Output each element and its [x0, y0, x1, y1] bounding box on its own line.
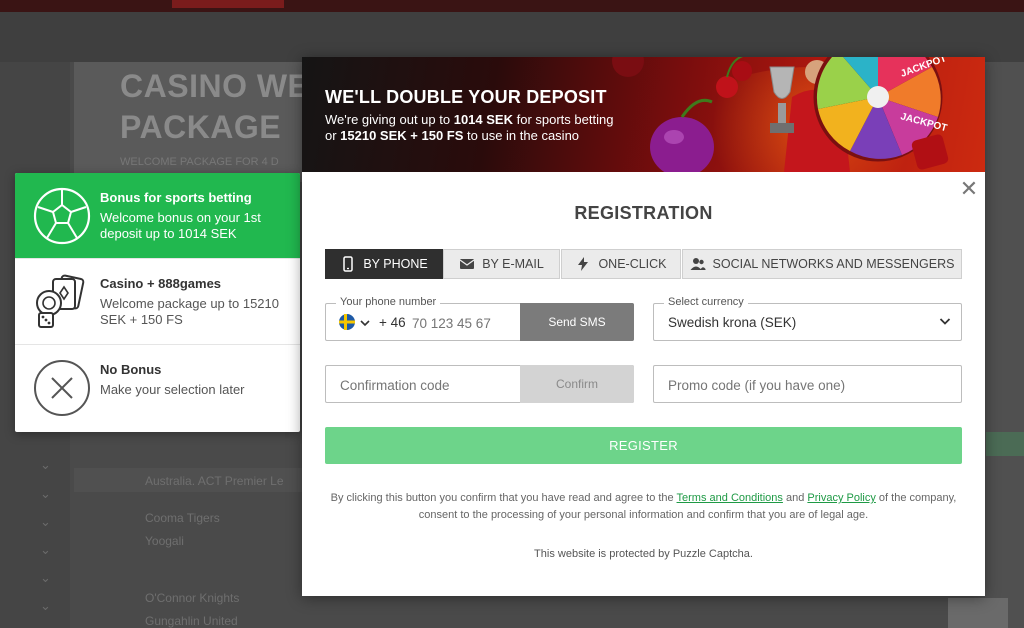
tab-label: BY PHONE	[363, 257, 428, 271]
banner-title-line2: PACKAGE	[120, 109, 282, 145]
confirm-button[interactable]: Confirm	[520, 365, 634, 403]
country-code: + 46	[379, 315, 406, 330]
background-top-bar	[0, 0, 1024, 12]
background-active-tab	[172, 0, 284, 8]
send-sms-button[interactable]: Send SMS	[520, 303, 634, 341]
bonus-selection-panel: Bonus for sports betting Welcome bonus o…	[15, 173, 300, 432]
background-green-strip	[986, 432, 1024, 456]
sweden-flag-icon	[339, 314, 355, 330]
confirmation-code-input[interactable]	[340, 375, 510, 395]
promo-line-1: We're giving out up to 1014 SEK for spor…	[325, 112, 613, 127]
background-row-text: Yoogali	[145, 534, 184, 548]
country-selector[interactable]	[339, 314, 373, 332]
terms-and: and	[782, 492, 808, 504]
privacy-policy-link[interactable]: Privacy Policy	[807, 492, 875, 504]
tab-social-networks[interactable]: SOCIAL NETWORKS AND MESSENGERS	[682, 249, 962, 279]
chevron-down-icon: ⌄	[40, 542, 51, 557]
envelope-icon	[459, 259, 475, 269]
tab-by-phone[interactable]: BY PHONE	[325, 249, 443, 279]
promo-code-field	[653, 365, 962, 403]
close-icon[interactable]: ✕	[958, 178, 980, 200]
banner-title-line1: CASINO WE	[120, 68, 310, 104]
lightning-icon	[578, 257, 589, 271]
promo-title: WE'LL DOUBLE YOUR DEPOSIT	[325, 87, 607, 107]
promo-banner: JACKPOT JACKPOT WE'LL DOUBLE YOUR DEPOSI…	[302, 57, 985, 172]
chevron-down-icon: ⌄	[40, 514, 51, 529]
bonus-option-title: Bonus for sports betting	[100, 190, 252, 205]
terms-text: By clicking this button you confirm that…	[325, 490, 962, 524]
soccer-ball-icon	[33, 187, 91, 245]
promo-line2-prefix: or	[325, 128, 341, 143]
terms-and-conditions-link[interactable]: Terms and Conditions	[677, 492, 783, 504]
registration-modal: JACKPOT JACKPOT WE'LL DOUBLE YOUR DEPOSI…	[302, 57, 985, 596]
background-row-text: Cooma Tigers	[145, 511, 220, 525]
currency-select[interactable]: Select currency Swedish krona (SEK)	[653, 296, 962, 341]
casino-chips-cards-icon	[36, 274, 85, 328]
bonus-option-description: Welcome bonus on your 1st deposit up to …	[100, 210, 261, 241]
background-banner-title: CASINO WE PACKAGE	[120, 66, 310, 148]
background-row-text: Gungahlin United	[145, 614, 238, 628]
bonus-option-casino[interactable]: Casino + 888games Welcome package up to …	[15, 259, 300, 345]
bonus-option-title: Casino + 888games	[100, 276, 222, 291]
background-right-column	[985, 62, 1024, 628]
chevron-down-icon: ⌄	[40, 570, 51, 585]
background-row-text: O'Connor Knights	[145, 591, 240, 605]
phone-field: Your phone number + 46 Send SMS	[325, 296, 634, 341]
bonus-option-description: Welcome package up to 15210 SEK + 150 FS	[100, 296, 279, 327]
background-banner-subtitle: WELCOME PACKAGE FOR 4 D	[120, 156, 279, 168]
background-qr-code	[948, 598, 1008, 628]
chevron-down-icon: ⌄	[40, 457, 51, 472]
phone-input[interactable]	[412, 313, 512, 333]
bonus-option-sports[interactable]: Bonus for sports betting Welcome bonus o…	[15, 173, 300, 259]
bonus-option-title: No Bonus	[100, 362, 162, 377]
chevron-down-icon: ⌄	[40, 486, 51, 501]
promo-line1-prefix: We're giving out up to	[325, 112, 454, 127]
promo-line2-suffix: to use in the casino	[463, 128, 580, 143]
registration-title: REGISTRATION	[574, 203, 713, 223]
chevron-down-icon	[939, 318, 951, 325]
tab-label: BY E-MAIL	[482, 257, 544, 271]
promo-line-2: or 15210 SEK + 150 FS to use in the casi…	[325, 128, 579, 143]
tab-by-email[interactable]: BY E-MAIL	[443, 249, 560, 279]
currency-value: Swedish krona (SEK)	[668, 315, 797, 330]
tab-label: ONE-CLICK	[598, 257, 667, 271]
promo-code-input[interactable]	[668, 375, 948, 395]
tab-label: SOCIAL NETWORKS AND MESSENGERS	[712, 257, 955, 271]
people-icon	[690, 258, 706, 270]
phone-icon	[343, 256, 354, 272]
confirmation-code-field: Confirm	[325, 365, 634, 403]
no-bonus-x-icon	[34, 360, 90, 416]
promo-line1-suffix: for sports betting	[512, 112, 614, 127]
tab-one-click[interactable]: ONE-CLICK	[561, 249, 681, 279]
terms-prefix: By clicking this button you confirm that…	[330, 492, 677, 504]
bonus-option-none[interactable]: No Bonus Make your selection later	[15, 345, 300, 431]
register-button[interactable]: REGISTER	[325, 427, 962, 464]
plum-icon	[650, 98, 714, 172]
chevron-down-icon	[360, 320, 370, 327]
background-row-text: Australia. ACT Premier Le	[145, 474, 284, 488]
currency-field-label: Select currency	[664, 296, 748, 308]
background-header	[0, 12, 1024, 62]
phone-field-label: Your phone number	[336, 296, 441, 308]
cherries-icon	[612, 57, 752, 98]
promo-line2-amount: 15210 SEK + 150 FS	[340, 128, 464, 143]
bonus-option-description: Make your selection later	[100, 382, 245, 397]
captcha-note: This website is protected by Puzzle Capt…	[534, 548, 753, 560]
chevron-down-icon: ⌄	[40, 598, 51, 613]
promo-line1-amount: 1014 SEK	[453, 112, 513, 127]
